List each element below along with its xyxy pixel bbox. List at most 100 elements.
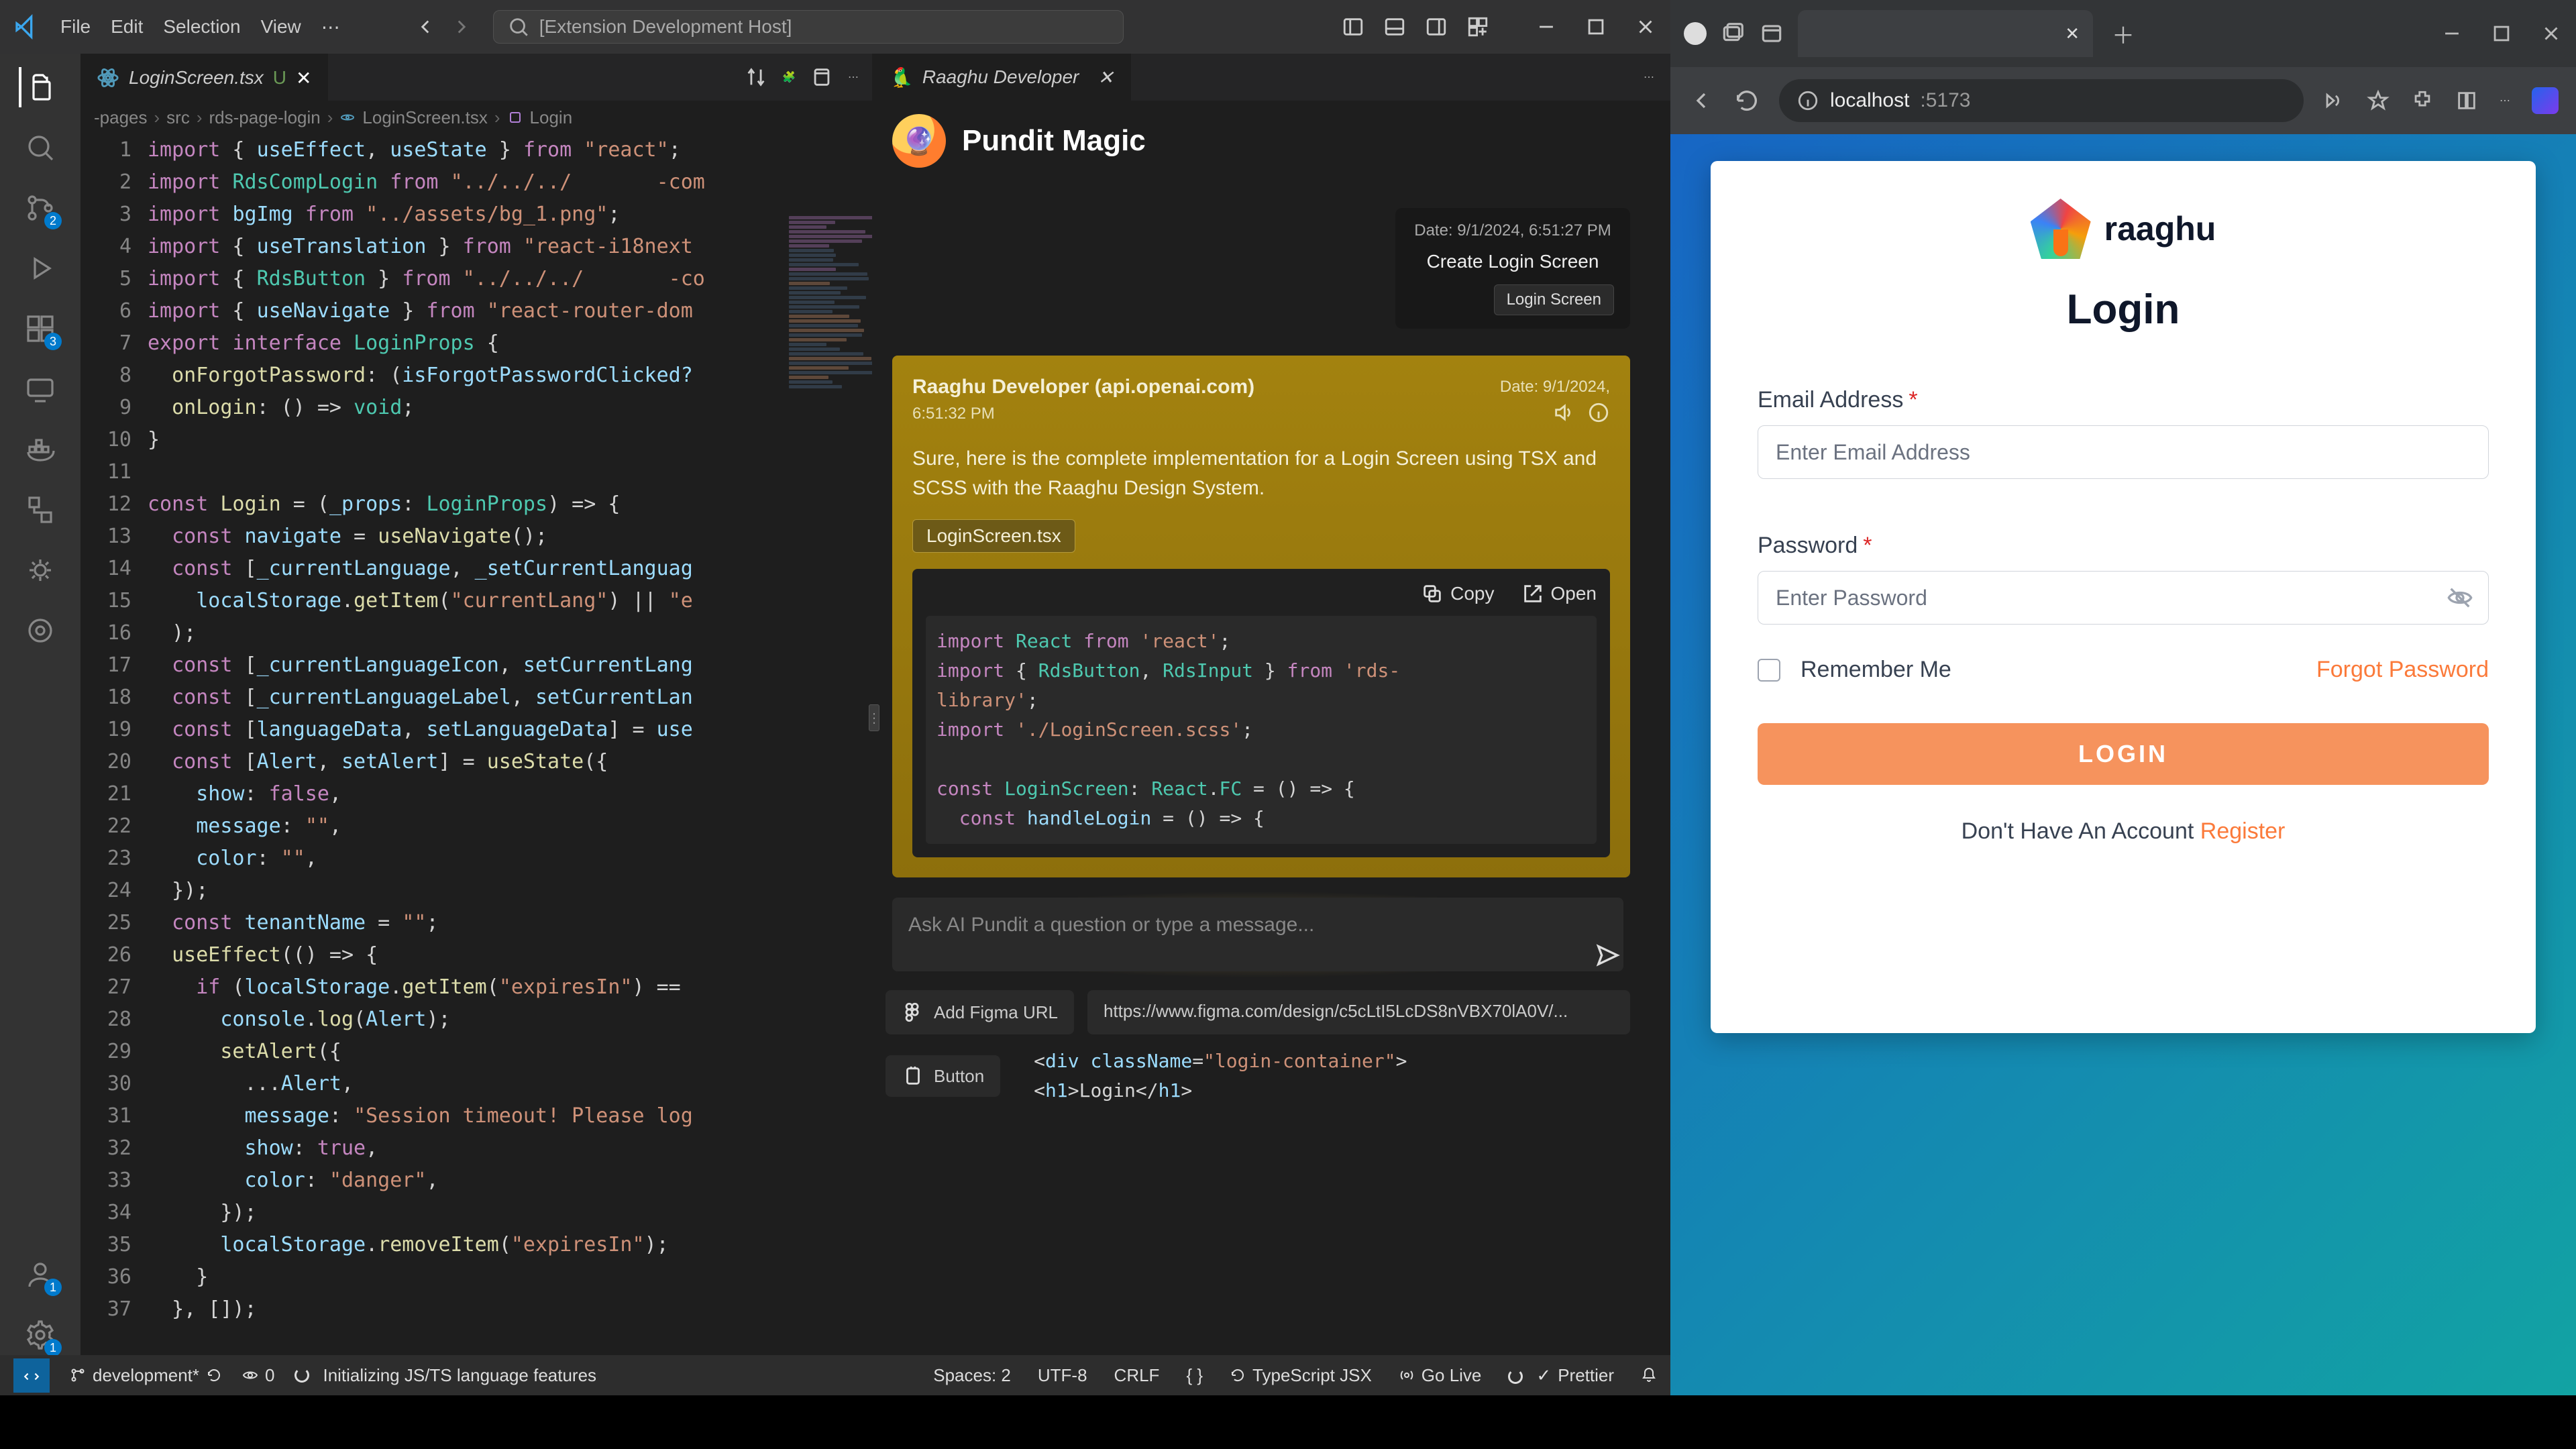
figma-url-field[interactable]: https://www.figma.com/design/c5cLtI5LcDS…: [1087, 990, 1630, 1034]
read-aloud-icon[interactable]: [2322, 89, 2345, 112]
menu-file[interactable]: File: [60, 16, 91, 38]
editor-action-compare-icon[interactable]: [745, 66, 767, 89]
window-minimize-icon[interactable]: [1535, 15, 1558, 38]
code-editor[interactable]: 1234567891011121314151617181920212223242…: [80, 134, 872, 1355]
menu-edit[interactable]: Edit: [111, 16, 143, 38]
open-button[interactable]: Open: [1521, 582, 1597, 605]
activity-docker-icon[interactable]: [20, 429, 60, 470]
editor-action-ext-icon[interactable]: 🧩: [782, 70, 796, 84]
status-golive[interactable]: Go Live: [1399, 1365, 1482, 1386]
assistant-file-chip[interactable]: LoginScreen.tsx: [912, 519, 1075, 553]
site-info-icon[interactable]: [1796, 89, 1819, 112]
login-button[interactable]: LOGIN: [1758, 723, 2489, 785]
activity-search-icon[interactable]: [20, 127, 60, 168]
status-encoding[interactable]: UTF-8: [1038, 1365, 1087, 1386]
activity-settings-icon[interactable]: 1: [20, 1315, 60, 1355]
status-eol[interactable]: CRLF: [1114, 1365, 1160, 1386]
password-field[interactable]: Enter Password: [1758, 571, 2489, 625]
ui-chip-button[interactable]: Button: [885, 1055, 1000, 1097]
send-icon[interactable]: [1587, 935, 1627, 975]
copy-button[interactable]: Copy: [1421, 582, 1494, 605]
new-tab-button[interactable]: ＋: [2106, 17, 2140, 50]
status-prettier[interactable]: ✓ Prettier: [1508, 1365, 1614, 1386]
minimap[interactable]: [785, 215, 872, 1355]
breadcrumb[interactable]: -pages› src› rds-page-login› LoginScreen…: [80, 101, 872, 134]
chat-input[interactable]: Ask AI Pundit a question or type a messa…: [892, 898, 1623, 971]
register-link[interactable]: Register: [2200, 818, 2286, 844]
more-icon[interactable]: ⋯: [2500, 94, 2510, 107]
nav-back-icon[interactable]: [1688, 87, 1715, 114]
breadcrumb-seg: -pages: [94, 107, 148, 128]
browser-tab[interactable]: ✕: [1798, 10, 2093, 57]
email-field[interactable]: Enter Email Address: [1758, 425, 2489, 479]
scm-badge: 2: [44, 212, 62, 229]
activity-explorer-icon[interactable]: [19, 67, 59, 107]
required-asterisk: *: [1863, 533, 1872, 558]
add-figma-button[interactable]: Add Figma URL: [885, 990, 1074, 1034]
activity-accounts-icon[interactable]: 1: [20, 1254, 60, 1295]
favorite-icon[interactable]: [2367, 89, 2390, 112]
editor-action-book-icon[interactable]: [810, 66, 833, 89]
profile-dot-icon[interactable]: [1684, 22, 1707, 45]
browser-toolbar: localhost:5173 ⋯: [1670, 67, 2576, 134]
tab-close-icon[interactable]: ✕: [296, 67, 311, 89]
chat-tab[interactable]: 🦜 Raaghu Developer ✕: [872, 54, 1131, 101]
editor-action-more-icon[interactable]: ⋯: [848, 70, 859, 84]
activity-remote-icon[interactable]: [20, 369, 60, 409]
layout-bottom-icon[interactable]: [1383, 15, 1406, 38]
info-icon[interactable]: [1587, 401, 1610, 424]
layout-customize-icon[interactable]: [1466, 15, 1489, 38]
editor-tab-label: LoginScreen.tsx: [129, 67, 264, 89]
reload-icon[interactable]: [1733, 87, 1760, 114]
browser-maximize-icon[interactable]: [2490, 22, 2513, 45]
split-drag-handle[interactable]: ⋮: [869, 704, 879, 731]
speaker-icon[interactable]: [1552, 401, 1575, 424]
remote-indicator[interactable]: [13, 1358, 50, 1393]
forgot-password-link[interactable]: Forgot Password: [2316, 657, 2489, 683]
address-bar[interactable]: localhost:5173: [1779, 79, 2304, 122]
menu-view[interactable]: View: [261, 16, 301, 38]
chat-tab-close-icon[interactable]: ✕: [1097, 66, 1113, 89]
menu-selection[interactable]: Selection: [163, 16, 240, 38]
layout-left-icon[interactable]: [1342, 15, 1364, 38]
status-lang[interactable]: TypeScript JSX: [1230, 1365, 1372, 1386]
nav-back-icon[interactable]: [414, 15, 437, 38]
browser-close-icon[interactable]: [2540, 22, 2563, 45]
activity-scm-icon[interactable]: 2: [20, 188, 60, 228]
editor-pane: LoginScreen.tsx U ✕ 🧩 ⋯ -pages› src› rds…: [80, 54, 872, 1355]
toggle-password-icon[interactable]: [2447, 584, 2473, 611]
password-label: Password: [1758, 533, 1858, 558]
status-bell-icon[interactable]: [1641, 1367, 1657, 1383]
activity-ext1-icon[interactable]: [20, 550, 60, 590]
workspaces-icon[interactable]: [1720, 21, 1746, 46]
status-spaces[interactable]: Spaces: 2: [933, 1365, 1011, 1386]
editor-tab-loginscreen[interactable]: LoginScreen.tsx U ✕: [80, 54, 328, 101]
activity-ext2-icon[interactable]: [20, 610, 60, 651]
activity-debug-icon[interactable]: [20, 248, 60, 288]
status-branch[interactable]: development*: [70, 1365, 222, 1386]
extensions-icon[interactable]: [2411, 89, 2434, 112]
copilot-icon[interactable]: [2532, 87, 2559, 114]
prompt-chip[interactable]: Login Screen: [1494, 284, 1614, 315]
browser-minimize-icon[interactable]: [2440, 22, 2463, 45]
address-host: localhost: [1830, 89, 1909, 112]
status-ports[interactable]: 0: [242, 1365, 274, 1386]
window-maximize-icon[interactable]: [1585, 15, 1607, 38]
nav-forward-icon[interactable]: [450, 15, 473, 38]
vscode-window: File Edit Selection View ⋯ [Extension De…: [0, 0, 1670, 1395]
collections-icon[interactable]: [2455, 89, 2478, 112]
activity-db-icon[interactable]: [20, 490, 60, 530]
tab-close-icon[interactable]: ✕: [2065, 23, 2080, 44]
remember-checkbox[interactable]: [1758, 659, 1780, 682]
chat-tab-more-icon[interactable]: ⋯: [1644, 70, 1654, 84]
email-placeholder: Enter Email Address: [1776, 440, 1970, 465]
assistant-code-card: Copy Open import React from 'react'; imp…: [912, 569, 1610, 857]
menu-more-icon[interactable]: ⋯: [321, 16, 340, 38]
activity-extensions-icon[interactable]: 3: [20, 309, 60, 349]
tab-overview-icon[interactable]: [1759, 21, 1784, 46]
command-center[interactable]: [Extension Development Host]: [493, 10, 1124, 44]
layout-right-icon[interactable]: [1425, 15, 1448, 38]
status-bar: development* 0 Initializing JS/TS langua…: [0, 1355, 1670, 1395]
window-close-icon[interactable]: [1634, 15, 1657, 38]
status-braces-icon[interactable]: { }: [1186, 1365, 1203, 1386]
